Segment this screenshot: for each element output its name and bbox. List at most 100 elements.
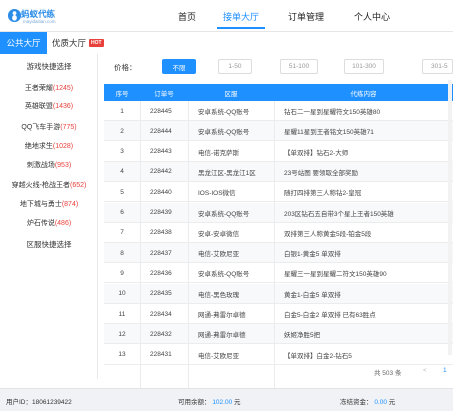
cell-region: 黑龙江区-黑龙江1区 (198, 169, 256, 177)
cell-order-no: 228440 (150, 188, 172, 196)
cell-index: 3 (120, 148, 124, 156)
sidebar-item-lol[interactable]: 英雄联盟(1436) (0, 101, 98, 111)
cell-order-no: 228432 (150, 330, 172, 338)
cell-index: 6 (120, 209, 124, 216)
table-row[interactable]: 7 228438 安卓-安卓微信 双排第三人称黄金5段-铂金5段 (104, 223, 453, 243)
region-quick-select-header: 区服快捷选择 (26, 240, 72, 249)
cell-index: 5 (120, 188, 124, 196)
total-count: 共 503 条 (374, 370, 402, 377)
sidebar-item-hearthstone[interactable]: 炉石传说(486) (0, 218, 98, 228)
sidebar-item-qq-speed[interactable]: QQ飞车手游(775) (0, 122, 98, 132)
price-option-1-50[interactable]: 1-50 (218, 59, 252, 74)
site-logo[interactable]: 蚂蚁代练 mayidaitian.com (7, 7, 77, 29)
price-option-301-500[interactable]: 301-5 (422, 59, 453, 74)
price-option-101-300[interactable]: 101-300 (344, 59, 384, 74)
available-balance: 可用余额： 102.00 元 (178, 399, 241, 406)
price-label: 价格： (114, 63, 137, 72)
page-number-button[interactable]: 1 (443, 367, 447, 374)
table-row[interactable]: 2 228444 安卓系统-QQ账号 星耀11星到王者铭文150英雄71 (104, 121, 453, 142)
prev-page-button[interactable]: < (423, 367, 427, 374)
cell-content: 【单双排】白金2-钻石5 (284, 352, 352, 360)
cell-order-no: 228438 (150, 229, 172, 237)
table-row[interactable]: 6 228439 安卓系统-QQ账号 203区钻石五自带3个星上王者150英雄 (104, 202, 453, 223)
table-row[interactable]: 9 228436 安卓系统-QQ账号 星耀三一星到星耀二符文150英雄90 (104, 263, 453, 284)
cell-index: 13 (118, 351, 126, 359)
sidebar: 游戏快捷选择 王者荣耀(1245) 英雄联盟(1436) QQ飞车手游(775)… (0, 54, 98, 379)
cell-index: 2 (120, 127, 124, 135)
table-header: 序号 订单号 区服 代练内容 (104, 84, 453, 101)
nav-home[interactable]: 首页 (168, 0, 206, 32)
column-header-index: 序号 (115, 90, 129, 98)
nav-order-hall[interactable]: 接单大厅 (217, 0, 265, 32)
cell-order-no: 228434 (150, 310, 172, 318)
cell-content: 23号站图 要领取全部奖励 (284, 169, 359, 177)
price-option-51-100[interactable]: 51-100 (280, 59, 318, 74)
column-divider (274, 101, 275, 409)
cell-order-no: 228431 (150, 351, 172, 359)
pagination: 共 503 条 < 1 (104, 364, 453, 380)
nav-personal-center[interactable]: 个人中心 (346, 0, 398, 32)
cell-order-no: 228445 (150, 107, 172, 115)
cell-index: 9 (120, 269, 124, 277)
sidebar-item-pubg[interactable]: 绝地求生(1028) (0, 141, 98, 151)
account-footer: 用户ID：18061239422 可用余额： 102.00 元 冻结资金： 0.… (0, 388, 453, 411)
column-header-order-no: 订单号 (154, 90, 174, 98)
logo-subtext: mayidaitian.com (23, 19, 56, 24)
sidebar-item-crossfire[interactable]: 穿越火线-枪战王者(652) (0, 180, 98, 190)
cell-content: 白银1-黄金5 单双排 (284, 251, 341, 259)
table-scrollbar[interactable] (448, 80, 452, 355)
cell-order-no: 228444 (150, 127, 172, 135)
cell-content: 白金5-白金2 单双排 已有63胜点 (284, 312, 376, 319)
cell-order-no: 228435 (150, 290, 172, 298)
frozen-funds: 冻结资金： 0.00 元 (340, 399, 396, 406)
cell-order-no: 228439 (150, 209, 172, 216)
cell-order-no: 228436 (150, 269, 172, 277)
ant-logo-icon (7, 8, 22, 23)
cell-region: 网通-弗雷尔卓德 (198, 312, 246, 319)
tab-public-hall[interactable]: 公共大厅 (0, 32, 47, 54)
table-row[interactable]: 12 228432 网通-弗雷尔卓德 妖姬净胜5把 (104, 324, 453, 345)
top-header: 蚂蚁代练 mayidaitian.com 首页 接单大厅 订单管理 个人中心 (0, 0, 453, 32)
sidebar-item-dnf[interactable]: 地下城与勇士(874) (0, 199, 98, 209)
table-row[interactable]: 1 228445 安卓系统-QQ账号 钻石二一星到星耀符文150英雄80 (104, 101, 453, 121)
table-row[interactable]: 10 228435 电信-黑色玫瑰 黄金1-白金5 单双排 (104, 283, 453, 304)
cell-content: 钻石二一星到星耀符文150英雄80 (284, 109, 381, 116)
cell-region: IOS-IOS微信 (198, 190, 236, 198)
cell-index: 12 (118, 330, 126, 338)
table-row[interactable]: 8 228437 电信-艾欧尼亚 白银1-黄金5 单双排 (104, 243, 453, 264)
cell-region: 电信-黑色玫瑰 (198, 291, 240, 299)
cell-region: 安卓-安卓微信 (198, 230, 240, 238)
cell-region: 安卓系统-QQ账号 (198, 109, 250, 116)
cell-index: 10 (118, 290, 126, 298)
cell-content: 【单双排】钻石2-大师 (284, 149, 349, 157)
cell-region: 安卓系统-QQ账号 (198, 210, 250, 218)
cell-content: 星耀11星到王者铭文150英雄71 (284, 129, 374, 137)
price-filter: 价格： 不限 1-50 51-100 101-300 301-5 (104, 54, 453, 80)
game-quick-select-header: 游戏快捷选择 (26, 62, 72, 71)
nav-order-management[interactable]: 订单管理 (280, 0, 332, 32)
cell-order-no: 228437 (150, 249, 172, 257)
hall-tabs: 公共大厅 优质大厅 HOT (0, 32, 453, 54)
cell-region: 电信-艾欧尼亚 (198, 251, 240, 259)
cell-content: 双排第三人称黄金5段-铂金5段 (284, 230, 372, 238)
table-row[interactable]: 4 228442 黑龙江区-黑龙江1区 23号站图 要领取全部奖励 (104, 161, 453, 182)
cell-index: 11 (118, 310, 126, 318)
cell-content: 随打四排第三人称钻2-皇冠 (284, 190, 362, 198)
cell-order-no: 228443 (150, 148, 172, 156)
table-row[interactable]: 5 228440 IOS-IOS微信 随打四排第三人称钻2-皇冠 (104, 182, 453, 203)
cell-region: 电信-艾欧尼亚 (198, 352, 240, 360)
sidebar-item-honor-of-kings[interactable]: 王者荣耀(1245) (0, 83, 98, 93)
sidebar-item-pubg-mobile[interactable]: 刺激战场(953) (0, 160, 98, 170)
column-divider (140, 101, 141, 409)
table-row[interactable]: 11 228434 网通-弗雷尔卓德 白金5-白金2 单双排 已有63胜点 (104, 304, 453, 324)
cell-index: 4 (120, 168, 124, 176)
tab-quality-label: 优质大厅 (52, 38, 87, 48)
tab-quality-hall[interactable]: 优质大厅 HOT (52, 32, 132, 54)
table-row[interactable]: 3 228443 电信-诺克萨斯 【单双排】钻石2-大师 (104, 142, 453, 162)
column-divider (188, 101, 189, 409)
price-option-any[interactable]: 不限 (162, 59, 196, 74)
column-header-content: 代练内容 (350, 90, 377, 98)
table-row[interactable]: 13 228431 电信-艾欧尼亚 【单双排】白金2-钻石5 (104, 345, 453, 365)
hot-badge: HOT (89, 39, 104, 47)
cell-index: 8 (120, 249, 124, 257)
